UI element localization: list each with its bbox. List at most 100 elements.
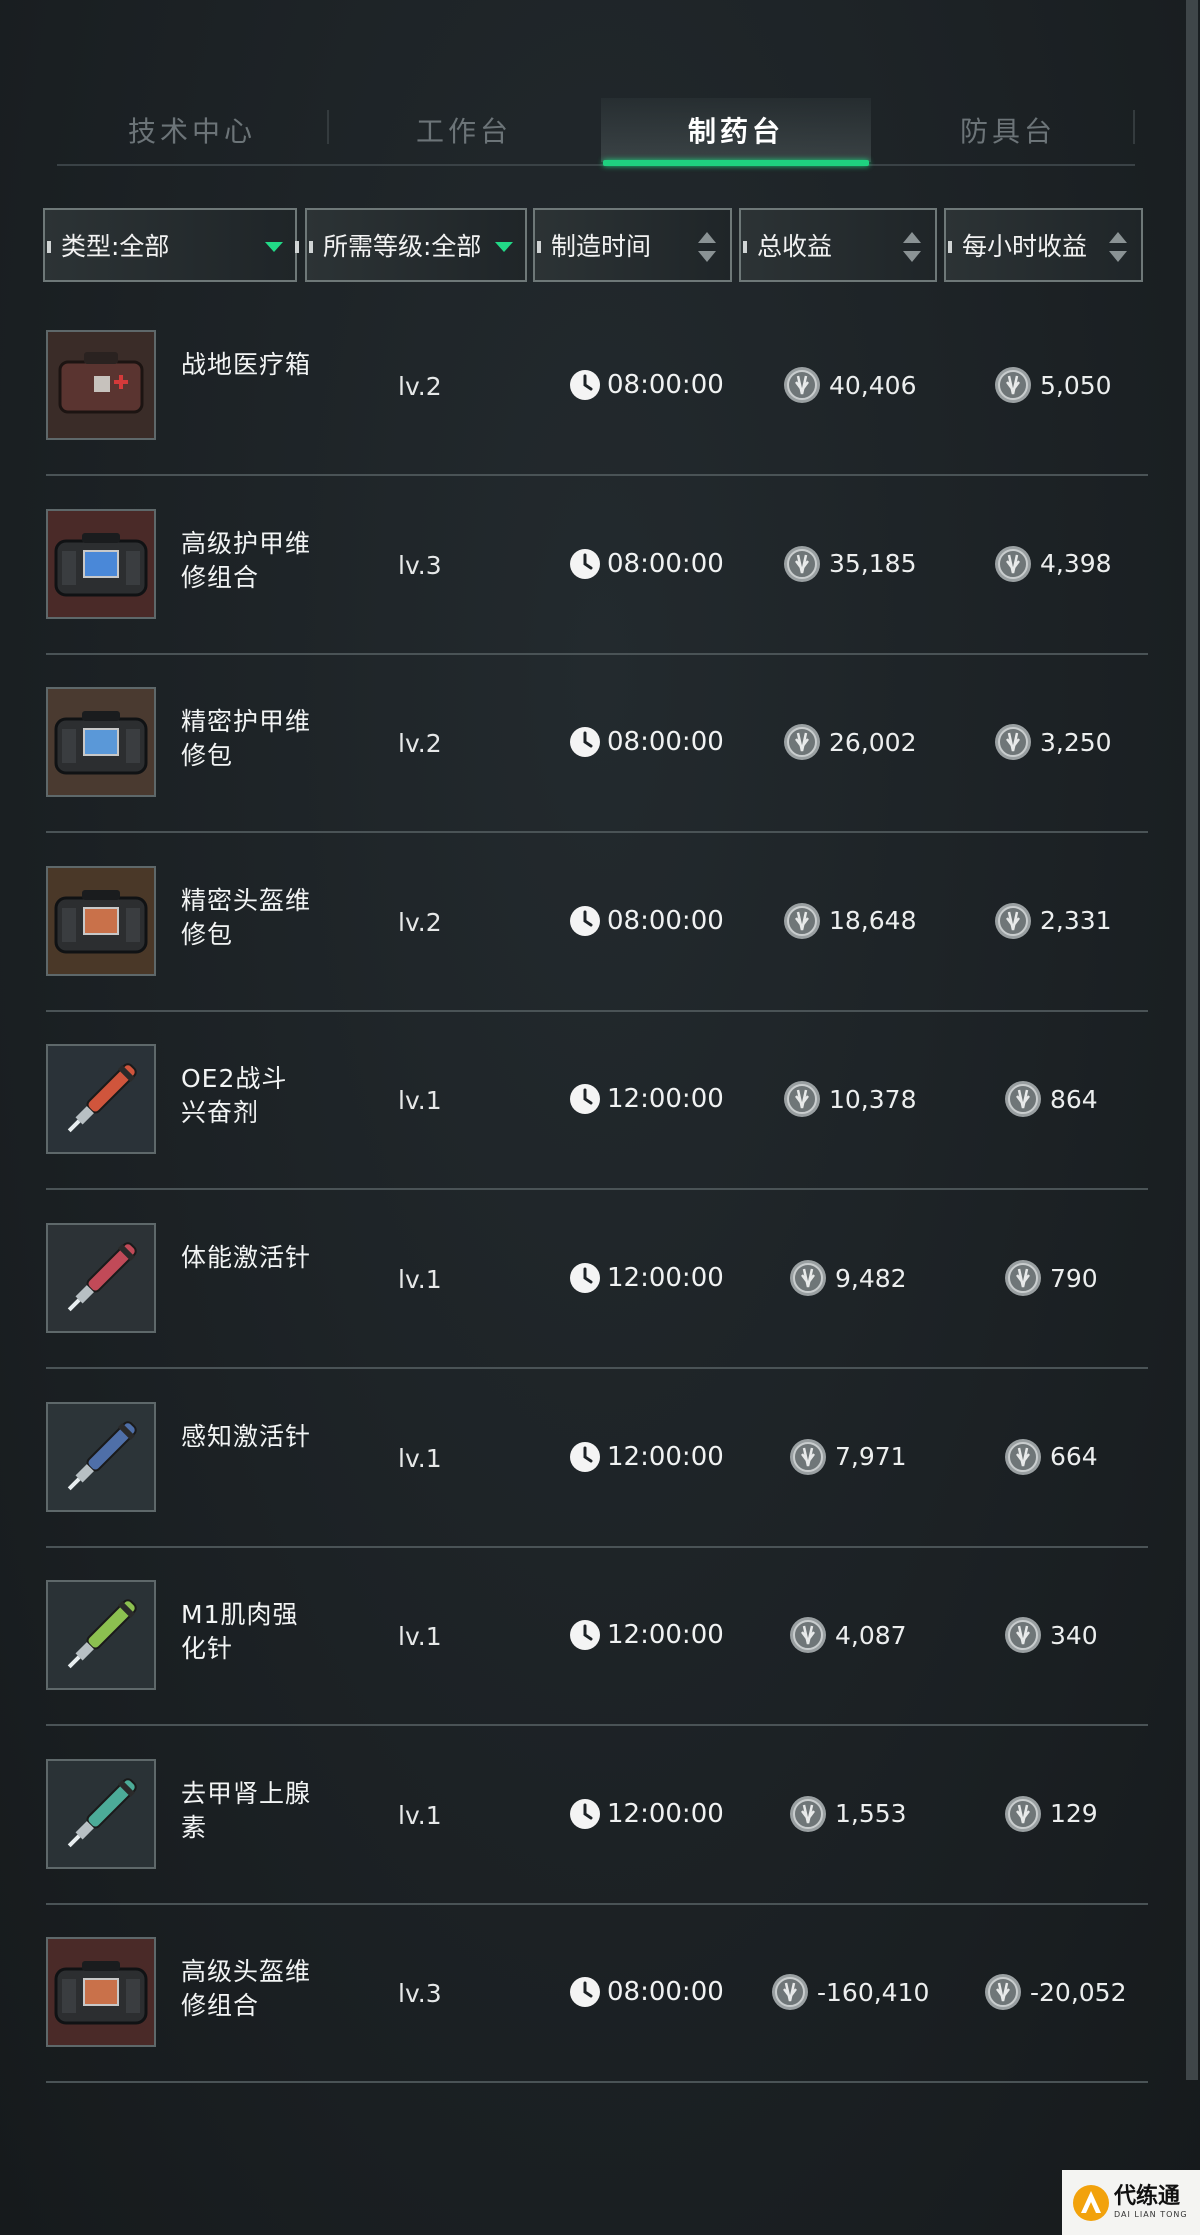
hourly-profit-value: 129 xyxy=(1050,1799,1098,1829)
craft-time: 12:00:00 xyxy=(569,1082,724,1116)
recipe-row[interactable]: 精密护甲维修包 lv.2 08:00:00 26,002 3,250 xyxy=(0,655,1200,834)
hourly-profit: 3,250 xyxy=(994,723,1112,761)
hourly-profit-value: 5,050 xyxy=(1040,370,1112,400)
tab-pharmacy[interactable]: 制药台 xyxy=(601,98,871,166)
sort-by-craft-time[interactable]: 制造时间 xyxy=(533,208,732,282)
item-name: OE2战斗兴奋剂 xyxy=(181,1064,288,1128)
required-level: lv.1 xyxy=(398,1800,442,1830)
craft-time: 08:00:00 xyxy=(569,368,724,402)
total-profit: 18,648 xyxy=(783,902,916,940)
clock-icon xyxy=(569,1976,601,2008)
coin-icon xyxy=(789,1259,827,1297)
sort-icon xyxy=(903,232,921,262)
sort-icon xyxy=(698,232,716,262)
required-level: lv.2 xyxy=(398,372,442,401)
recipe-row[interactable]: 精密头盔维修包 lv.2 08:00:00 18,648 2,331 xyxy=(0,834,1200,1012)
clock-icon xyxy=(569,905,601,937)
craft-time-value: 08:00:00 xyxy=(607,370,724,400)
hourly-profit-value: 4,398 xyxy=(1040,549,1112,579)
stamina-injector-icon xyxy=(46,1223,156,1333)
recipe-row[interactable]: 感知激活针 lv.1 12:00:00 7,971 664 xyxy=(0,1370,1200,1548)
hourly-profit: 5,050 xyxy=(994,366,1112,404)
helmet-repair-bag-icon xyxy=(46,865,156,976)
hourly-profit: 340 xyxy=(1004,1616,1098,1654)
hourly-profit: 864 xyxy=(1004,1080,1098,1118)
recipe-row[interactable]: 战地医疗箱 lv.2 08:00:00 40,406 5,050 xyxy=(0,298,1200,476)
clock-icon xyxy=(569,1083,601,1115)
sort-by-total-profit[interactable]: 总收益 xyxy=(739,208,937,282)
required-level: lv.1 xyxy=(398,1443,442,1473)
required-level: lv.1 xyxy=(398,1265,442,1294)
hourly-profit: 4,398 xyxy=(994,545,1112,583)
clock-icon xyxy=(569,369,601,401)
hourly-profit: 790 xyxy=(1004,1259,1098,1297)
clock-icon xyxy=(569,1619,601,1651)
total-profit-value: -160,410 xyxy=(817,1977,930,2007)
bracket-mark xyxy=(537,241,541,253)
craft-time-value: 12:00:00 xyxy=(607,1263,724,1293)
craft-time-value: 08:00:00 xyxy=(607,548,724,579)
clock-icon xyxy=(569,1441,601,1473)
item-name: 精密护甲维修包 xyxy=(181,707,312,771)
craft-time-value: 12:00:00 xyxy=(607,1798,724,1829)
tab-armor-bench[interactable]: 防具台 xyxy=(873,98,1143,162)
item-name: 高级护甲维修组合 xyxy=(181,528,312,592)
craft-time: 08:00:00 xyxy=(569,904,724,938)
craft-time: 12:00:00 xyxy=(569,1261,724,1295)
row-divider xyxy=(46,2081,1148,2084)
hourly-profit-value: 3,250 xyxy=(1040,727,1112,757)
chevron-down-icon xyxy=(265,242,283,252)
sort-by-hourly-profit[interactable]: 每小时收益 xyxy=(944,208,1143,282)
total-profit-value: 18,648 xyxy=(829,906,917,936)
coin-icon xyxy=(783,902,821,940)
coin-icon xyxy=(1004,1259,1042,1297)
required-level: lv.1 xyxy=(398,1622,442,1652)
craft-time-sort-label: 制造时间 xyxy=(551,232,652,261)
required-level: lv.2 xyxy=(398,907,442,937)
craft-time-value: 08:00:00 xyxy=(607,727,724,758)
craft-time-value: 08:00:00 xyxy=(607,905,724,936)
muscle-injector-icon xyxy=(46,1580,156,1691)
item-name: 精密头盔维修包 xyxy=(181,885,312,949)
item-name: 体能激活针 xyxy=(181,1243,312,1272)
craft-time-value: 12:00:00 xyxy=(607,1084,724,1115)
level-filter-label: 所需等级:全部 xyxy=(323,232,482,261)
total-profit: 35,185 xyxy=(783,545,916,583)
hourly-profit: 2,331 xyxy=(994,902,1112,940)
type-filter-dropdown[interactable]: 类型:全部 xyxy=(43,208,299,282)
craft-time-value: 08:00:00 xyxy=(607,1977,724,2008)
recipe-row[interactable]: 去甲肾上腺素 lv.1 12:00:00 1,553 129 xyxy=(0,1727,1200,1905)
hourly-profit-sort-label: 每小时收益 xyxy=(962,232,1088,261)
craft-time-value: 12:00:00 xyxy=(607,1441,724,1472)
hourly-profit: 129 xyxy=(1004,1795,1098,1833)
tab-tech-center[interactable]: 技术中心 xyxy=(57,98,327,162)
watermark-title: 代练通 xyxy=(1114,2183,1181,2209)
recipe-row[interactable]: OE2战斗兴奋剂 lv.1 12:00:00 10,378 864 xyxy=(0,1012,1200,1191)
total-profit: 1,553 xyxy=(789,1795,907,1833)
coin-icon xyxy=(783,545,821,583)
coin-icon xyxy=(789,1795,827,1833)
recipe-row[interactable]: 高级护甲维修组合 lv.3 08:00:00 35,185 4,398 xyxy=(0,477,1200,655)
tab-workbench[interactable]: 工作台 xyxy=(329,98,599,162)
coin-icon xyxy=(994,723,1032,761)
total-profit-value: 1,553 xyxy=(835,1799,907,1829)
type-filter-label: 类型:全部 xyxy=(61,232,170,261)
coin-icon xyxy=(1004,1795,1042,1833)
craft-time: 12:00:00 xyxy=(569,1618,724,1652)
craft-time: 12:00:00 xyxy=(569,1440,724,1474)
total-profit-value: 7,971 xyxy=(835,1442,907,1472)
bracket-mark xyxy=(47,241,51,253)
total-profit: 4,087 xyxy=(789,1616,907,1654)
coin-icon xyxy=(984,1973,1022,2011)
total-profit: 9,482 xyxy=(789,1259,907,1297)
recipe-row[interactable]: M1肌肉强化针 lv.1 12:00:00 4,087 340 xyxy=(0,1548,1200,1727)
coin-icon xyxy=(994,545,1032,583)
recipe-row[interactable]: 高级头盔维修组合 lv.3 08:00:00 -160,410 -20,052 xyxy=(0,1905,1200,2084)
hourly-profit-value: 864 xyxy=(1050,1084,1098,1114)
coin-icon xyxy=(994,366,1032,404)
total-profit-value: 9,482 xyxy=(835,1263,907,1293)
coin-icon xyxy=(789,1616,827,1654)
recipe-row[interactable]: 体能激活针 lv.1 12:00:00 9,482 790 xyxy=(0,1191,1200,1369)
level-filter-dropdown[interactable]: 所需等级:全部 xyxy=(305,208,527,282)
hourly-profit-value: 664 xyxy=(1050,1442,1098,1472)
